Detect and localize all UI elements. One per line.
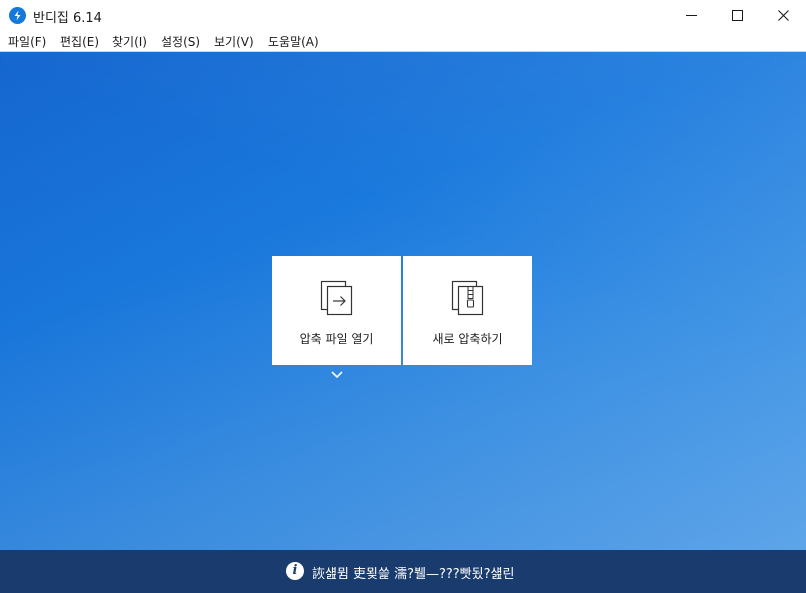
minimize-icon (686, 15, 697, 16)
menu-edit[interactable]: 편집(E) (60, 33, 99, 50)
maximize-button[interactable] (714, 0, 760, 31)
main-area: 압축 파일 열기 새로 압축하기 (0, 52, 806, 550)
open-archive-icon (320, 280, 353, 316)
window-title: 반디집 6.14 (33, 11, 102, 26)
close-button[interactable] (760, 0, 806, 31)
info-icon: i (286, 562, 304, 580)
new-archive-icon (451, 280, 484, 316)
menu-settings[interactable]: 설정(S) (161, 33, 200, 50)
new-archive-label: 새로 압축하기 (432, 332, 503, 346)
menu-help[interactable]: 도움말(A) (268, 33, 319, 50)
open-archive-label: 압축 파일 열기 (299, 332, 374, 346)
minimize-button[interactable] (668, 0, 714, 31)
new-archive-button[interactable]: 새로 압축하기 (403, 256, 532, 365)
open-archive-button[interactable]: 압축 파일 열기 (272, 256, 401, 365)
close-icon (778, 10, 789, 21)
status-bar: i 詼섎뮘 吏묒쓽 濡?뷀—???빳됬?섎린 (0, 550, 806, 593)
title-bar: 반디집 6.14 (0, 0, 806, 32)
menu-file[interactable]: 파일(F) (8, 33, 46, 50)
app-logo-icon (9, 7, 26, 24)
menu-find[interactable]: 찾기(I) (112, 33, 147, 50)
menu-bar: 파일(F) 편집(E) 찾기(I) 설정(S) 보기(V) 도움말(A) (0, 31, 806, 52)
chevron-down-icon[interactable] (330, 370, 344, 380)
maximize-icon (732, 10, 743, 21)
status-message: 詼섎뮘 吏묒쓽 濡?뷀—???빳됬?섎린 (312, 567, 515, 582)
menu-view[interactable]: 보기(V) (214, 33, 254, 50)
